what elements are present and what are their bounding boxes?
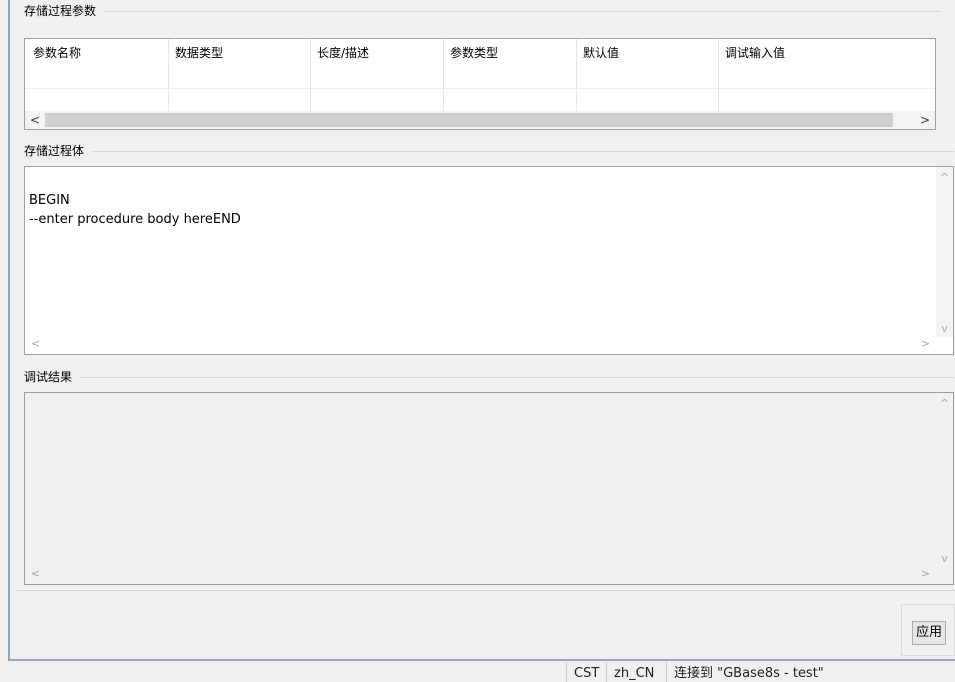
column-header-param-type[interactable]: 参数类型 — [450, 44, 498, 61]
result-section-divider — [80, 377, 954, 378]
scroll-left-arrow-icon[interactable]: < — [27, 567, 44, 580]
scroll-right-arrow-icon[interactable]: > — [917, 337, 934, 350]
scroll-left-arrow-icon[interactable]: < — [27, 337, 44, 350]
status-separator — [566, 662, 567, 682]
scroll-up-arrow-icon[interactable]: ^ — [936, 171, 953, 184]
status-connection: 连接到 "GBase8s - test" — [674, 666, 824, 681]
footer-divider — [16, 590, 955, 591]
column-separator — [168, 39, 169, 111]
status-locale: zh_CN — [614, 666, 655, 681]
apply-button[interactable]: 应用 — [912, 621, 946, 645]
result-section-title: 调试结果 — [24, 370, 73, 384]
column-header-length[interactable]: 长度/描述 — [317, 44, 369, 61]
column-separator — [310, 39, 311, 111]
column-header-data-type[interactable]: 数据类型 — [175, 44, 223, 61]
column-header-param-name[interactable]: 参数名称 — [33, 44, 81, 61]
status-timezone: CST — [574, 666, 600, 681]
column-separator — [443, 39, 444, 111]
table-row[interactable] — [25, 88, 935, 89]
status-separator — [606, 662, 607, 682]
scroll-left-arrow-icon[interactable]: < — [25, 111, 45, 129]
scroll-down-arrow-icon[interactable]: v — [936, 552, 953, 565]
column-separator — [576, 39, 577, 111]
status-separator — [666, 662, 667, 682]
editor-vertical-scrollbar[interactable]: ^ v — [936, 167, 953, 337]
window-left-edge — [8, 0, 10, 660]
editor-horizontal-scrollbar[interactable]: < > — [25, 337, 936, 354]
result-horizontal-scrollbar[interactable]: < > — [25, 567, 936, 584]
debug-result-panel[interactable]: ^ v < > — [24, 392, 954, 585]
scroll-up-arrow-icon[interactable]: ^ — [936, 397, 953, 410]
params-section-title: 存储过程参数 — [24, 4, 97, 18]
body-section-title: 存储过程体 — [24, 144, 85, 158]
column-separator — [718, 39, 719, 111]
code-line: BEGIN — [29, 193, 70, 208]
apply-panel: 应用 — [901, 604, 955, 656]
code-line: --enter procedure body hereEND — [29, 212, 241, 227]
params-table[interactable]: 参数名称 数据类型 长度/描述 参数类型 默认值 调试输入值 < > — [24, 38, 936, 130]
scrollbar-thumb[interactable] — [45, 113, 893, 127]
scroll-right-arrow-icon[interactable]: > — [915, 111, 935, 129]
params-section-divider — [104, 11, 940, 12]
body-section-divider — [92, 151, 954, 152]
params-horizontal-scrollbar[interactable]: < > — [25, 111, 935, 129]
scroll-right-arrow-icon[interactable]: > — [917, 567, 934, 580]
column-header-debug-input[interactable]: 调试输入值 — [725, 44, 785, 61]
column-header-default-value[interactable]: 默认值 — [583, 44, 619, 61]
code-text[interactable]: BEGIN --enter procedure body hereEND — [29, 191, 241, 229]
procedure-body-editor[interactable]: BEGIN --enter procedure body hereEND ^ v … — [24, 166, 954, 355]
window-bottom-edge — [8, 659, 955, 661]
result-vertical-scrollbar[interactable]: ^ v — [936, 393, 953, 567]
scroll-down-arrow-icon[interactable]: v — [936, 322, 953, 335]
